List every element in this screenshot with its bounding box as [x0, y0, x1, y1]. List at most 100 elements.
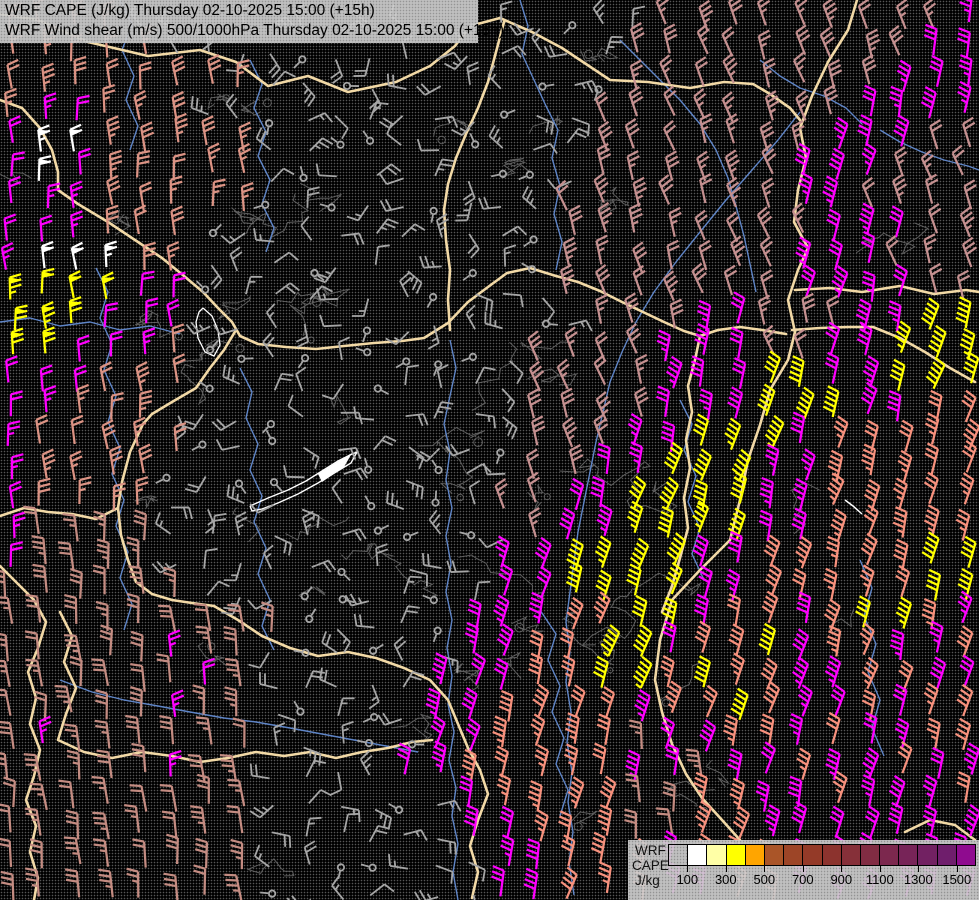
- wind-barb: [478, 196, 502, 210]
- wind-barb: [761, 177, 775, 208]
- wind-barb: [342, 528, 367, 542]
- wind-barb: [40, 240, 55, 269]
- wind-barb: [167, 629, 181, 657]
- weather-map: [0, 0, 979, 900]
- wind-barb: [305, 759, 327, 778]
- wind-barb: [632, 624, 653, 658]
- legend-label-unit: J/kg: [635, 873, 660, 888]
- wind-barb: [193, 864, 207, 895]
- wind-barb: [922, 774, 938, 807]
- wind-barb: [0, 720, 15, 750]
- wind-barb: [308, 789, 332, 804]
- wind-barb: [8, 273, 22, 300]
- wind-barb: [923, 23, 938, 56]
- wind-barb: [860, 532, 878, 566]
- wind-barb: [564, 712, 580, 744]
- wind-barb: [562, 416, 578, 448]
- wind-barb: [822, 0, 838, 28]
- wind-barb: [208, 223, 222, 238]
- wind-barb: [343, 812, 360, 833]
- wind-barb: [761, 590, 779, 624]
- wind-barb: [692, 448, 712, 481]
- wind-barb: [63, 836, 82, 865]
- wind-barb: [416, 83, 442, 96]
- wind-barb: [521, 185, 537, 210]
- wind-barb: [590, 831, 607, 864]
- terrain-contour: [240, 98, 262, 116]
- wind-barb: [790, 411, 806, 444]
- wind-barb: [238, 121, 252, 152]
- wind-barb: [135, 476, 149, 505]
- wind-barb: [309, 137, 334, 152]
- wind-barb: [692, 413, 710, 446]
- wind-barb: [568, 319, 593, 332]
- legend-color-cell: [822, 845, 842, 865]
- wind-barb: [393, 635, 407, 661]
- legend-label-cape: CAPE: [632, 858, 669, 873]
- wind-barb: [41, 448, 56, 479]
- wind-barb: [8, 480, 22, 509]
- wind-barb: [170, 506, 193, 520]
- cape-legend: WRF CAPE J/kg 100 300 500 700 900 1100 1300 150…: [628, 840, 979, 900]
- wind-barb: [403, 829, 428, 841]
- wind-barb: [827, 59, 843, 90]
- wind-barb: [64, 593, 78, 624]
- wind-barb: [597, 861, 612, 894]
- wind-barb: [791, 507, 807, 540]
- wind-barb: [338, 336, 351, 361]
- terrain-contour: [391, 713, 433, 744]
- wind-barb: [69, 450, 83, 481]
- wind-barb: [659, 476, 679, 510]
- wind-barb: [730, 291, 746, 324]
- wind-barb: [360, 863, 377, 872]
- wind-barb: [722, 52, 738, 84]
- wind-barb: [91, 775, 109, 804]
- wind-barb: [474, 580, 491, 601]
- wind-barb: [188, 754, 206, 782]
- wind-barb: [76, 383, 90, 414]
- legend-color-cell: [803, 845, 823, 865]
- wind-barb: [893, 263, 908, 297]
- wind-barb: [500, 109, 516, 119]
- wind-barb: [6, 420, 21, 446]
- wind-barb: [959, 472, 975, 505]
- wind-barb: [502, 225, 528, 237]
- wind-barb: [478, 537, 504, 549]
- wind-barb: [0, 688, 12, 716]
- terrain-contour-ring: [263, 98, 272, 108]
- wind-barb: [764, 414, 785, 448]
- wind-barb: [923, 471, 939, 505]
- wind-barb: [237, 354, 254, 363]
- wind-barb: [12, 511, 26, 538]
- wind-barb: [0, 632, 9, 662]
- map-title-cape: WRF CAPE (J/kg) Thursday 02-10-2025 15:0…: [5, 2, 375, 19]
- wind-barb: [534, 809, 549, 842]
- wind-barb: [693, 771, 708, 804]
- legend-color-cell: [745, 845, 765, 865]
- wind-barb: [723, 264, 738, 296]
- wind-barb: [729, 326, 744, 359]
- wind-barb: [593, 591, 611, 624]
- wind-barb: [861, 142, 877, 175]
- wind-barb: [691, 262, 707, 294]
- wind-barb: [293, 700, 305, 716]
- wind-barb: [0, 568, 7, 599]
- wind-barb: [77, 147, 92, 175]
- wind-barb: [194, 837, 209, 869]
- wind-barb: [369, 883, 395, 897]
- terrain-contour: [454, 661, 485, 698]
- wind-barb: [796, 747, 812, 781]
- wind-barb: [487, 65, 502, 90]
- wind-barb: [792, 656, 810, 689]
- terrain-contour-ring: [543, 493, 551, 501]
- wind-barb: [43, 385, 57, 413]
- wind-barb: [101, 271, 115, 300]
- legend-tick-label: 1500: [942, 872, 972, 887]
- wind-barb: [929, 119, 943, 150]
- wind-barb: [192, 684, 206, 715]
- wind-barb: [5, 355, 19, 383]
- wind-barb: [499, 805, 515, 838]
- wind-barb: [311, 559, 337, 573]
- wind-barb: [530, 713, 546, 746]
- wind-barb: [892, 173, 908, 204]
